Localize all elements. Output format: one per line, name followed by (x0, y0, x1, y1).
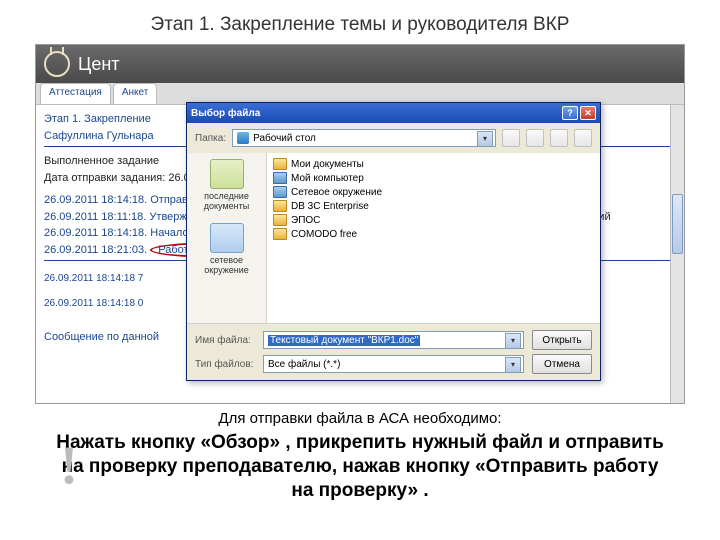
dialog-titlebar[interactable]: Выбор файла ? ✕ (187, 103, 600, 123)
tab-attestation[interactable]: Аттестация (40, 83, 111, 104)
filetype-label: Тип файлов: (195, 359, 255, 370)
list-item[interactable]: COMODO free (271, 227, 596, 241)
log-ts: 26.09.2011 18:11:18 (44, 211, 143, 223)
folder-icon (273, 228, 287, 240)
up-icon[interactable] (526, 129, 544, 147)
place-network[interactable]: сетевое окружение (187, 223, 266, 275)
file-name: DB 3С Enterprise (291, 201, 369, 212)
filename-label: Имя файла: (195, 335, 255, 346)
views-icon[interactable] (574, 129, 592, 147)
file-name: Сетевое окружение (291, 187, 382, 198)
close-icon[interactable]: ✕ (580, 106, 596, 120)
dialog-title: Выбор файла (191, 108, 560, 119)
app-header: Цент (36, 45, 684, 83)
network-icon (210, 223, 244, 253)
app-logo-icon (44, 51, 70, 77)
place-recent[interactable]: последние документы (187, 159, 266, 211)
slide-title: Этап 1. Закрепление темы и руководителя … (0, 0, 720, 44)
desktop-icon (237, 132, 249, 144)
filetype-value: Все файлы (*.*) (268, 359, 340, 370)
instruction-text: Нажать кнопку «Обзор» , прикрепить нужны… (0, 427, 720, 502)
filetype-combo[interactable]: Все файлы (*.*) (263, 355, 524, 373)
list-item[interactable]: ЭПОС (271, 213, 596, 227)
folder-icon (273, 158, 287, 170)
file-list[interactable]: Мои документы Мой компьютер Сетевое окру… (267, 153, 600, 323)
list-item[interactable]: DB 3С Enterprise (271, 199, 596, 213)
dialog-toolbar: Папка: Рабочий стол (187, 123, 600, 153)
scrollbar[interactable] (670, 105, 684, 403)
place-label: последние документы (187, 191, 266, 211)
folder-icon (210, 159, 244, 189)
open-button[interactable]: Открыть (532, 330, 592, 350)
computer-icon (273, 172, 287, 184)
dialog-footer: Имя файла: Текстовый документ "ВКР1.doc"… (187, 323, 600, 380)
log-ts: 26.09.2011 18:21:03 (44, 244, 144, 256)
filename-value: Текстовый документ "ВКР1.doc" (268, 335, 420, 346)
app-window: Цент Аттестация Анкет Этап 1. Закреплени… (35, 44, 685, 404)
log-ts: 26.09.2011 18:14:18 (44, 227, 144, 239)
file-name: COMODO free (291, 229, 357, 240)
tab-anket[interactable]: Анкет (113, 83, 158, 104)
places-bar: последние документы сетевое окружение (187, 153, 267, 323)
back-icon[interactable] (502, 129, 520, 147)
dialog-body: последние документы сетевое окружение Мо… (187, 153, 600, 323)
caption: Для отправки файла в АСА необходимо: (0, 410, 720, 427)
network-icon (273, 186, 287, 198)
file-name: ЭПОС (291, 215, 320, 226)
list-item[interactable]: Мой компьютер (271, 171, 596, 185)
list-item[interactable]: Мои документы (271, 157, 596, 171)
exclamation-icon: ! (60, 434, 78, 496)
filename-input[interactable]: Текстовый документ "ВКР1.doc" (263, 331, 524, 349)
cancel-button[interactable]: Отмена (532, 354, 592, 374)
file-name: Мои документы (291, 159, 364, 170)
folder-value: Рабочий стол (253, 133, 316, 144)
new-folder-icon[interactable] (550, 129, 568, 147)
folder-combo[interactable]: Рабочий стол (232, 129, 496, 147)
help-icon[interactable]: ? (562, 106, 578, 120)
place-label: сетевое окружение (187, 255, 266, 275)
scroll-thumb[interactable] (672, 194, 683, 254)
file-name: Мой компьютер (291, 173, 364, 184)
folder-icon (273, 200, 287, 212)
app-brand: Цент (78, 54, 120, 75)
file-open-dialog: Выбор файла ? ✕ Папка: Рабочий стол посл… (186, 102, 601, 381)
log-ts: 26.09.2011 18:14:18 (44, 194, 144, 206)
list-item[interactable]: Сетевое окружение (271, 185, 596, 199)
folder-icon (273, 214, 287, 226)
folder-label: Папка: (195, 133, 226, 144)
